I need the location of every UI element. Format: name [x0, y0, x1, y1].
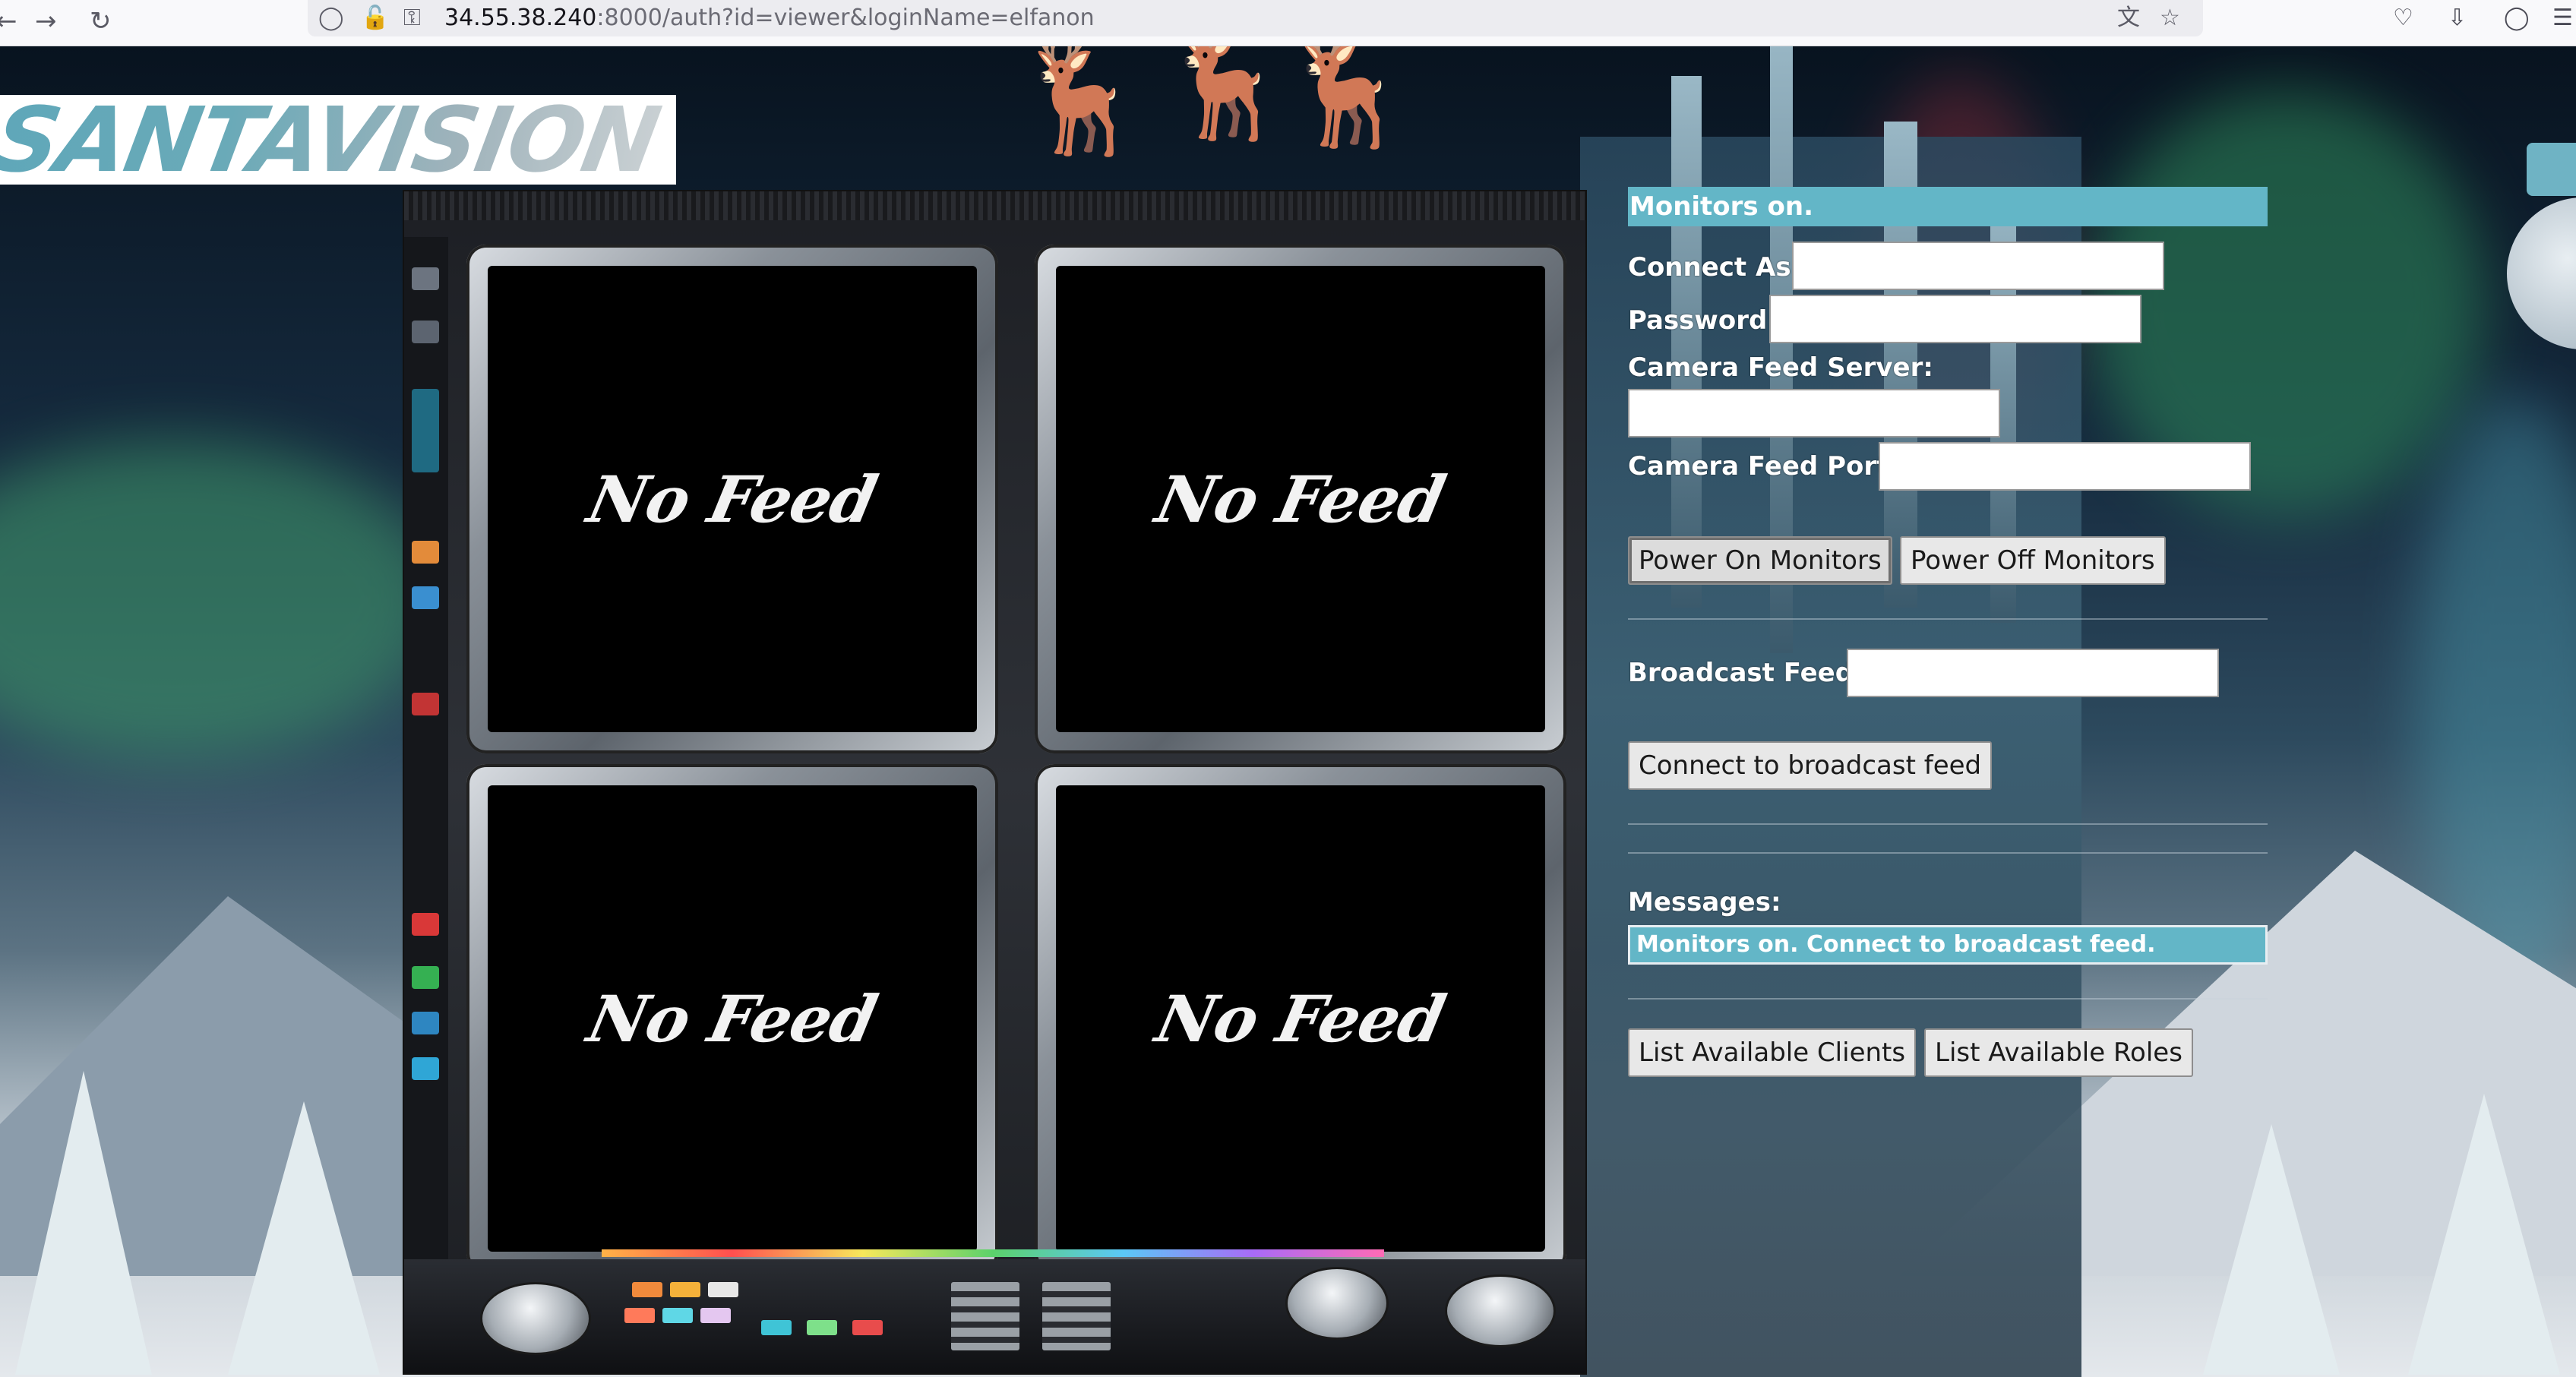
rgb-light-strip [602, 1249, 1384, 1257]
control-panel: Monitors on. Connect As: Password: Camer… [1628, 187, 2268, 1077]
account-icon[interactable]: ◯ [2504, 5, 2530, 32]
dial-knob [1285, 1267, 1389, 1340]
reload-icon[interactable]: ↻ [90, 5, 112, 38]
side-button [412, 966, 439, 989]
snowy-tree [2203, 1124, 2340, 1375]
broadcast-feed-label: Broadcast Feed: [1628, 658, 1864, 688]
insecure-lock-icon[interactable]: 🔓 [361, 5, 389, 32]
dial-knob [1445, 1274, 1556, 1347]
monitor-2-status: No Feed [1149, 461, 1452, 537]
console-side-controls [404, 237, 448, 1270]
monitor-2: No Feed [1035, 245, 1566, 753]
side-button [412, 541, 439, 564]
console-key [708, 1282, 738, 1297]
side-button [412, 1012, 439, 1034]
camera-server-label: Camera Feed Server: [1628, 352, 1933, 383]
divider [1628, 618, 2268, 620]
logo-text: SANTAVISION [0, 95, 666, 185]
console-key [632, 1282, 662, 1297]
reindeer-icon: 🦌 [1276, 46, 1418, 153]
dial-knob [480, 1282, 591, 1355]
console-control-deck [404, 1259, 1585, 1373]
camera-server-input[interactable] [1628, 389, 2000, 437]
console-top-vent [404, 191, 1585, 220]
console-keypad [1042, 1282, 1111, 1350]
snowy-tree [15, 1071, 152, 1375]
status-bar: Monitors on. [1628, 187, 2268, 226]
console-key [761, 1320, 792, 1335]
side-button [412, 267, 439, 290]
shield-icon[interactable]: ◯ [318, 5, 344, 32]
console-key [852, 1320, 883, 1335]
password-label: Password: [1628, 305, 1778, 336]
pocket-icon[interactable]: ♡ [2393, 5, 2413, 32]
menu-icon[interactable]: ☰ [2552, 5, 2573, 32]
castle-spire [1671, 76, 1702, 608]
connect-as-label: Connect As: [1628, 252, 1802, 283]
snowy-tree [228, 1101, 380, 1375]
console-key [624, 1308, 655, 1323]
key-icon[interactable]: ⚿ [403, 5, 421, 32]
camera-port-label: Camera Feed Port: [1628, 451, 1899, 482]
monitor-3: No Feed [466, 764, 998, 1273]
side-button [412, 1057, 439, 1080]
monitor-1: No Feed [466, 245, 998, 753]
santavision-logo: SANTAVISION [0, 95, 676, 185]
password-input[interactable] [1769, 295, 2141, 343]
console-key [700, 1308, 731, 1323]
monitor-4-status: No Feed [1149, 981, 1452, 1056]
monitor-3-status: No Feed [581, 981, 883, 1056]
moon [2507, 197, 2576, 349]
side-display [412, 389, 439, 472]
console-keypad [951, 1282, 1019, 1350]
connect-as-input[interactable] [1792, 242, 2164, 290]
download-icon[interactable]: ⇩ [2448, 5, 2467, 32]
console-key [662, 1308, 693, 1323]
url-text[interactable]: 34.55.38.240:8000/auth?id=viewer&loginNa… [444, 3, 1095, 33]
monitor-4: No Feed [1035, 764, 1566, 1273]
forward-arrow-icon[interactable]: → [35, 5, 57, 38]
monitor-3-screen: No Feed [488, 785, 977, 1252]
side-button [412, 693, 439, 715]
divider [1628, 852, 2268, 854]
monitor-console: No Feed No Feed No Feed No Feed [403, 190, 1587, 1375]
side-button [412, 913, 439, 936]
broadcast-feed-input[interactable] [1847, 649, 2219, 697]
side-tab[interactable] [2527, 143, 2576, 196]
console-key [670, 1282, 700, 1297]
messages-label: Messages: [1628, 887, 1781, 917]
side-button [412, 321, 439, 343]
list-clients-button[interactable]: List Available Clients [1628, 1028, 1917, 1077]
reindeer-icon: 🦌 [1010, 46, 1152, 161]
reindeer-icon: 🦌 [1155, 46, 1297, 146]
back-arrow-icon[interactable]: ← [0, 5, 17, 38]
side-button [412, 586, 439, 609]
divider [1628, 998, 2268, 1000]
connect-broadcast-button[interactable]: Connect to broadcast feed [1628, 741, 1993, 790]
address-bar[interactable]: ◯ 🔓 ⚿ 34.55.38.240:8000/auth?id=viewer&l… [308, 0, 2203, 36]
divider [1628, 823, 2268, 825]
monitor-2-screen: No Feed [1056, 266, 1545, 732]
snowy-tree [2408, 1094, 2560, 1375]
monitor-4-screen: No Feed [1056, 785, 1545, 1252]
power-on-monitors-button[interactable]: Power On Monitors [1628, 536, 1892, 585]
translate-icon[interactable]: 文 [2117, 5, 2140, 32]
url-host: 34.55.38.240 [444, 5, 597, 31]
monitor-1-screen: No Feed [488, 266, 977, 732]
messages-box: Monitors on. Connect to broadcast feed. [1628, 925, 2268, 965]
browser-toolbar: ← → ↻ ◯ 🔓 ⚿ 34.55.38.240:8000/auth?id=vi… [0, 0, 2576, 46]
power-off-monitors-button[interactable]: Power Off Monitors [1900, 536, 2166, 585]
console-key [807, 1320, 837, 1335]
aurora-glow [0, 441, 441, 760]
url-path: :8000/auth?id=viewer&loginName=elfanon [596, 5, 1095, 31]
bookmark-star-icon[interactable]: ☆ [2160, 5, 2180, 32]
monitor-1-status: No Feed [581, 461, 883, 537]
list-roles-button[interactable]: List Available Roles [1924, 1028, 2193, 1077]
camera-port-input[interactable] [1879, 442, 2251, 491]
